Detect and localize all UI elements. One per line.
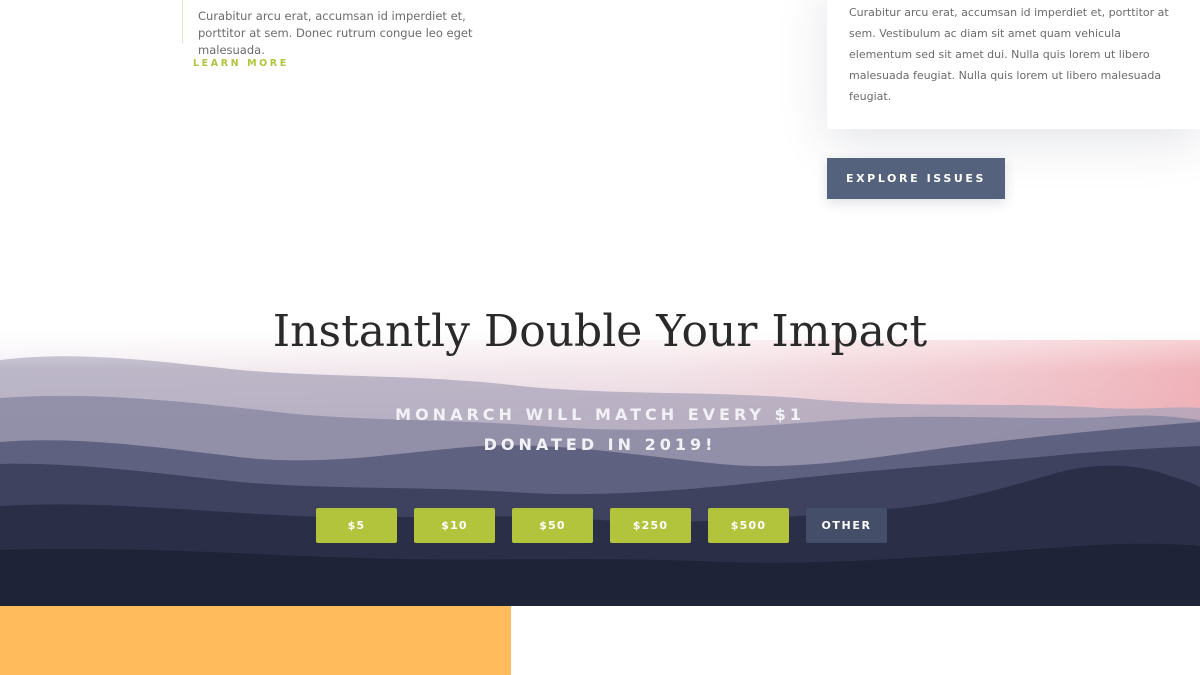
feature-text: Curabitur arcu erat, accumsan id imperdi… (198, 9, 473, 57)
hero-subtitle: MONARCH WILL MATCH EVERY $1 DONATED IN 2… (0, 400, 1200, 460)
learn-more-link[interactable]: LEARN MORE (193, 58, 289, 69)
donation-amounts: $5 $10 $50 $250 $500 OTHER (316, 508, 887, 543)
donation-hero: Instantly Double Your Impact MONARCH WIL… (0, 250, 1200, 606)
donate-other-button[interactable]: OTHER (806, 508, 887, 543)
hero-title: Instantly Double Your Impact (272, 306, 928, 357)
donate-5-button[interactable]: $5 (316, 508, 397, 543)
hero-subtitle-line2: DONATED IN 2019! (483, 435, 717, 454)
feature-left: Curabitur arcu erat, accumsan id imperdi… (182, 0, 502, 69)
donate-500-button[interactable]: $500 (708, 508, 789, 543)
card-text: Curabitur arcu erat, accumsan id imperdi… (849, 6, 1169, 103)
donate-10-button[interactable]: $10 (414, 508, 495, 543)
donate-250-button[interactable]: $250 (610, 508, 691, 543)
orange-section-block (0, 606, 511, 675)
donate-50-button[interactable]: $50 (512, 508, 593, 543)
explore-issues-button[interactable]: EXPLORE ISSUES (827, 158, 1005, 199)
feature-divider (182, 0, 183, 44)
hero-subtitle-line1: MONARCH WILL MATCH EVERY $1 (395, 405, 805, 424)
issues-card: Curabitur arcu erat, accumsan id imperdi… (827, 0, 1200, 129)
